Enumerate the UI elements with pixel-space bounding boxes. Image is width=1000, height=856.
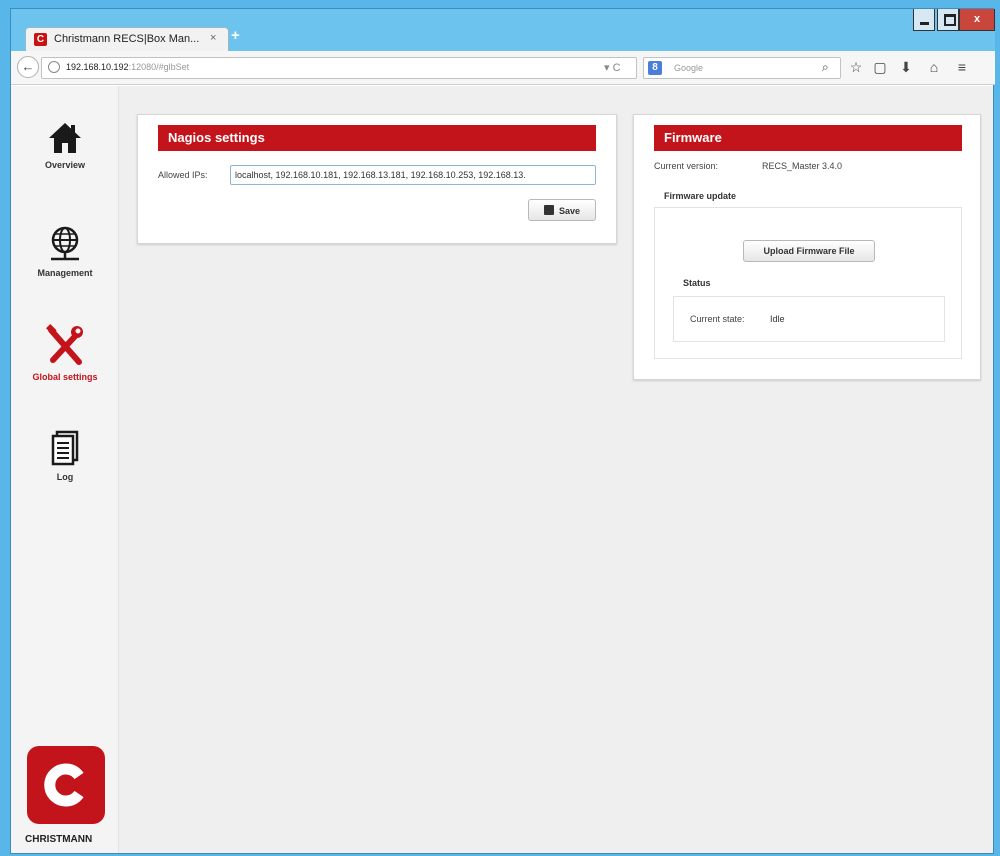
maximize-button[interactable] — [937, 9, 959, 31]
firmware-update-panel: Upload Firmware File Status Current stat… — [654, 207, 962, 359]
document-stack-icon — [51, 430, 79, 466]
christmann-logo — [27, 746, 105, 824]
url-host: 192.168.10.192 — [66, 62, 129, 72]
floppy-disk-icon — [543, 204, 554, 215]
new-tab-button[interactable]: + — [231, 27, 240, 44]
firmware-title: Firmware — [654, 125, 962, 151]
sidebar-item-label: Log — [56, 472, 74, 482]
sidebar-item-label: Management — [37, 268, 93, 278]
upload-firmware-button[interactable]: Upload Firmware File — [743, 240, 875, 262]
navigation-toolbar: ← 192.168.10.192:12080/#glbSet ▾ C 8 Goo… — [11, 51, 995, 85]
title-bar: C Christmann RECS|Box Man... × + x — [11, 9, 995, 51]
sidebar-item-label: Global settings — [32, 372, 98, 382]
menu-icon[interactable]: ≡ — [953, 59, 971, 75]
browser-tab[interactable]: C Christmann RECS|Box Man... × — [25, 27, 229, 51]
status-panel: Current state: Idle — [673, 296, 945, 342]
sidebar-item-log[interactable]: Log — [11, 430, 119, 514]
url-text: 192.168.10.192:12080/#glbSet — [66, 62, 189, 72]
sidebar-item-global-settings[interactable]: Global settings — [11, 324, 119, 408]
allowed-ips-label: Allowed IPs: — [158, 170, 208, 180]
home-page-icon[interactable]: ⌂ — [925, 59, 943, 75]
browser-frame: C Christmann RECS|Box Man... × + x ← 192… — [0, 0, 1000, 856]
globe-icon — [48, 61, 60, 73]
app-page: Overview Management Global settings Log … — [11, 86, 993, 853]
downloads-icon[interactable]: ⬇ — [897, 59, 915, 76]
allowed-ips-input[interactable] — [230, 165, 596, 185]
sidebar-item-label: Overview — [44, 160, 86, 170]
search-icon[interactable]: ⌕ — [822, 60, 829, 75]
search-bar[interactable]: 8 Google ⌕ — [643, 57, 841, 79]
current-version-label: Current version: — [654, 161, 719, 171]
sidebar-item-management[interactable]: Management — [11, 224, 119, 308]
save-button[interactable]: Save — [528, 199, 596, 221]
address-bar[interactable]: 192.168.10.192:12080/#glbSet ▾ C — [41, 57, 637, 79]
close-window-button[interactable]: x — [959, 9, 995, 31]
tab-title: Christmann RECS|Box Man... — [54, 33, 200, 45]
current-version-value: RECS_Master 3.4.0 — [762, 161, 843, 171]
firmware-card: Firmware Current version: RECS_Master 3.… — [633, 114, 981, 380]
sidebar-item-overview[interactable]: Overview — [11, 120, 119, 204]
reload-icon[interactable]: ▾ C — [604, 61, 621, 74]
nagios-settings-title: Nagios settings — [158, 125, 596, 151]
status-title: Status — [683, 278, 711, 288]
current-state-label: Current state: — [690, 314, 745, 324]
current-state-value: Idle — [770, 314, 785, 324]
search-engine-icon[interactable]: 8 — [648, 61, 662, 75]
home-icon — [49, 123, 81, 153]
minimize-button[interactable] — [913, 9, 935, 31]
firmware-update-label: Firmware update — [664, 191, 737, 201]
back-button[interactable]: ← — [17, 56, 39, 78]
bookmarks-list-icon[interactable]: ▢ — [871, 59, 889, 76]
globe-network-icon — [51, 226, 79, 261]
sidebar: Overview Management Global settings Log … — [11, 86, 119, 853]
search-placeholder: Google — [674, 63, 704, 73]
url-path: :12080/#glbSet — [128, 62, 190, 72]
save-label: Save — [558, 205, 581, 216]
christmann-favicon-icon: C — [34, 33, 47, 46]
brand-name: CHRISTMANN — [25, 834, 93, 845]
nagios-settings-card: Nagios settings Allowed IPs: Save — [137, 114, 617, 244]
tab-close-icon[interactable]: × — [210, 32, 216, 44]
browser-window: C Christmann RECS|Box Man... × + x ← 192… — [10, 8, 995, 854]
wrench-screwdriver-icon — [46, 324, 83, 365]
christmann-c-logo-icon — [44, 763, 84, 807]
bookmark-star-icon[interactable]: ☆ — [847, 59, 865, 76]
